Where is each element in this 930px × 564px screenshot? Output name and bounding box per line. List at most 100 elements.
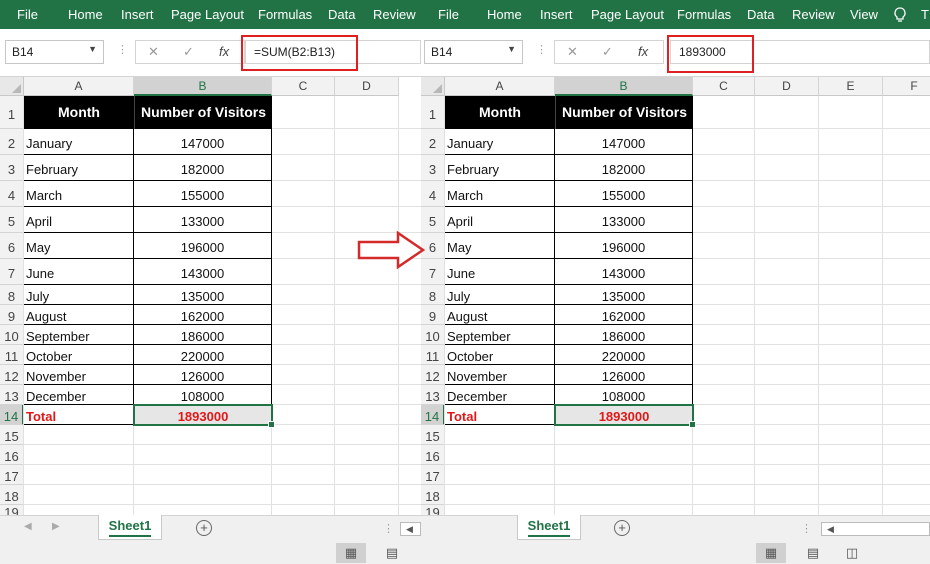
tab-home[interactable]: Home <box>68 7 103 22</box>
table-cell-month[interactable]: September <box>445 325 555 345</box>
row-header[interactable]: 8 <box>421 285 445 305</box>
row-header[interactable]: 14 <box>0 405 24 425</box>
table-cell-month[interactable]: January <box>445 129 555 155</box>
table-cell-month[interactable]: April <box>24 207 134 233</box>
row-header[interactable]: 18 <box>421 485 445 505</box>
row-header[interactable]: 2 <box>0 129 24 155</box>
splitter-dots[interactable]: ⋮ <box>536 43 547 56</box>
table-cell-month[interactable]: July <box>445 285 555 305</box>
table-header-month[interactable]: Month <box>445 96 555 129</box>
lightbulb-icon[interactable] <box>893 7 909 23</box>
table-cell-month[interactable]: October <box>24 345 134 365</box>
column-header[interactable]: C <box>693 77 755 96</box>
row-header[interactable]: 16 <box>421 445 445 465</box>
table-cell-visitors[interactable]: 182000 <box>555 155 693 181</box>
row-header[interactable]: 19 <box>421 505 445 515</box>
column-header[interactable]: B <box>134 77 272 96</box>
row-header[interactable]: 13 <box>0 385 24 405</box>
page-layout-view-icon[interactable]: ▤ <box>377 543 407 563</box>
page-layout-view-icon[interactable]: ▤ <box>798 543 828 563</box>
tab-review[interactable]: Review <box>792 7 835 22</box>
row-header[interactable]: 3 <box>421 155 445 181</box>
row-header[interactable]: 15 <box>0 425 24 445</box>
table-cell-visitors[interactable]: 186000 <box>134 325 272 345</box>
column-header[interactable]: C <box>272 77 335 96</box>
table-cell-month[interactable]: May <box>445 233 555 259</box>
scroll-left-icon[interactable]: ◀ <box>24 521 32 532</box>
add-sheet-icon[interactable]: + <box>614 520 630 536</box>
tab-review[interactable]: Review <box>373 7 416 22</box>
row-header[interactable]: 4 <box>421 181 445 207</box>
total-label-cell[interactable]: Total <box>445 405 555 425</box>
tab-page-layout[interactable]: Page Layout <box>171 7 244 22</box>
tab-home[interactable]: Home <box>487 7 522 22</box>
total-label-cell[interactable]: Total <box>24 405 134 425</box>
column-header[interactable]: E <box>819 77 883 96</box>
table-cell-month[interactable]: June <box>445 259 555 285</box>
table-cell-month[interactable]: July <box>24 285 134 305</box>
row-header[interactable]: 14 <box>421 405 445 425</box>
table-cell-month[interactable]: September <box>24 325 134 345</box>
table-cell-month[interactable]: December <box>24 385 134 405</box>
tab-data[interactable]: Data <box>328 7 355 22</box>
column-header[interactable]: A <box>24 77 134 96</box>
table-cell-month[interactable]: May <box>24 233 134 259</box>
check-icon[interactable]: ✓ <box>183 44 194 60</box>
sheet-tab-sheet1[interactable]: Sheet1 <box>517 515 581 540</box>
table-cell-visitors[interactable]: 155000 <box>555 181 693 207</box>
row-header[interactable]: 5 <box>0 207 24 233</box>
table-cell-month[interactable]: December <box>445 385 555 405</box>
row-header[interactable]: 11 <box>421 345 445 365</box>
normal-view-icon[interactable]: ▦ <box>336 543 366 563</box>
scroll-left-arrow-icon[interactable]: ◀ <box>406 524 413 535</box>
table-cell-visitors[interactable]: 108000 <box>555 385 693 405</box>
table-cell-month[interactable]: February <box>445 155 555 181</box>
table-header-visitors[interactable]: Number of Visitors <box>134 96 272 129</box>
name-box[interactable]: B14 ▼ <box>5 40 104 64</box>
row-header[interactable]: 10 <box>0 325 24 345</box>
row-header[interactable]: 19 <box>0 505 24 515</box>
tab-file[interactable]: File <box>17 7 38 22</box>
table-cell-visitors[interactable]: 126000 <box>134 365 272 385</box>
table-cell-visitors[interactable]: 135000 <box>555 285 693 305</box>
row-header[interactable]: 1 <box>0 96 24 129</box>
row-header[interactable]: 2 <box>421 129 445 155</box>
tab-splitter-dots[interactable]: ⋮ <box>383 522 394 535</box>
column-header[interactable]: B <box>555 77 693 96</box>
table-cell-month[interactable]: October <box>445 345 555 365</box>
table-cell-visitors[interactable]: 147000 <box>555 129 693 155</box>
cancel-icon[interactable]: ✕ <box>148 44 159 60</box>
fx-icon[interactable]: fx <box>638 44 648 59</box>
table-cell-month[interactable]: November <box>445 365 555 385</box>
table-cell-month[interactable]: March <box>24 181 134 207</box>
table-cell-visitors[interactable]: 143000 <box>555 259 693 285</box>
tab-insert[interactable]: Insert <box>121 7 154 22</box>
row-header[interactable]: 12 <box>421 365 445 385</box>
row-header[interactable]: 8 <box>0 285 24 305</box>
splitter-dots[interactable]: ⋮ <box>117 43 128 56</box>
table-header-month[interactable]: Month <box>24 96 134 129</box>
normal-view-icon[interactable]: ▦ <box>756 543 786 563</box>
horizontal-scrollbar[interactable]: ◀ <box>821 522 930 536</box>
tab-file[interactable]: File <box>438 7 459 22</box>
table-cell-visitors[interactable]: 196000 <box>134 233 272 259</box>
row-header[interactable]: 4 <box>0 181 24 207</box>
table-cell-visitors[interactable]: 196000 <box>555 233 693 259</box>
tab-view[interactable]: View <box>850 7 878 22</box>
scroll-left-arrow-icon[interactable]: ◀ <box>827 524 834 535</box>
table-cell-visitors[interactable]: 220000 <box>555 345 693 365</box>
worksheet-grid[interactable]: A B C D 1 2 3 4 5 6 7 8 9 10 11 12 13 14 15 16 17 18 19 Month Nu… <box>0 77 421 515</box>
table-cell-visitors[interactable]: 162000 <box>555 305 693 325</box>
column-header[interactable]: A <box>445 77 555 96</box>
row-header[interactable]: 13 <box>421 385 445 405</box>
column-header[interactable]: F <box>883 77 930 96</box>
chevron-down-icon[interactable]: ▼ <box>88 44 97 54</box>
scroll-right-icon[interactable]: ▶ <box>52 521 60 532</box>
table-cell-month[interactable]: November <box>24 365 134 385</box>
row-header[interactable]: 7 <box>0 259 24 285</box>
select-all-corner[interactable] <box>0 77 24 96</box>
cancel-icon[interactable]: ✕ <box>567 44 578 60</box>
table-cell-visitors[interactable]: 135000 <box>134 285 272 305</box>
fx-icon[interactable]: fx <box>219 44 229 59</box>
table-cell-visitors[interactable]: 182000 <box>134 155 272 181</box>
